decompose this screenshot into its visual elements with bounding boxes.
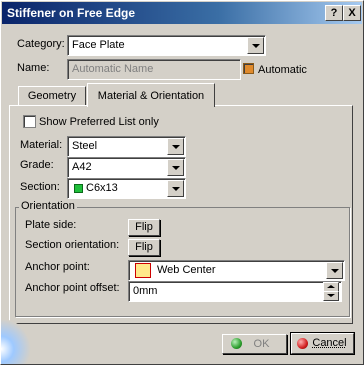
anchor-point-icon [135, 263, 151, 278]
tab-material-orientation[interactable]: Material & Orientation [87, 83, 215, 107]
show-preferred-checkbox[interactable] [23, 115, 36, 128]
section-label: Section: [20, 181, 60, 193]
name-field: Automatic Name [67, 59, 241, 80]
close-button[interactable]: X [343, 5, 361, 21]
anchor-offset-value: 0mm [133, 285, 158, 297]
name-placeholder: Automatic Name [72, 63, 154, 75]
ok-button[interactable]: OK [222, 334, 287, 354]
section-orientation-label: Section orientation: [25, 239, 120, 251]
material-combo[interactable]: Steel [67, 136, 186, 157]
title-bar: Stiffener on Free Edge ? X [2, 2, 362, 24]
show-preferred-label: Show Preferred List only [39, 116, 159, 128]
grade-label: Grade: [20, 159, 54, 171]
cancel-button[interactable]: Cancel [290, 332, 355, 355]
anchor-offset-field[interactable]: 0mm [128, 281, 342, 302]
orientation-title: Orientation [19, 200, 77, 212]
tab-geometry[interactable]: Geometry [18, 86, 86, 105]
automatic-checkbox[interactable] [243, 63, 254, 74]
category-combo[interactable]: Face Plate [67, 35, 266, 56]
automatic-label: Automatic [258, 64, 307, 76]
chevron-down-icon[interactable] [167, 180, 184, 197]
anchor-point-value: Web Center [157, 264, 216, 276]
section-swatch-icon [74, 184, 83, 193]
section-orientation-flip-button[interactable]: Flip [128, 239, 160, 256]
anchor-point-label: Anchor point: [25, 261, 90, 273]
chevron-down-icon[interactable] [167, 159, 184, 176]
material-value: Steel [72, 140, 98, 152]
ok-icon [231, 338, 242, 349]
decorative-glow [1, 319, 31, 364]
material-label: Material: [20, 139, 63, 151]
chevron-down-icon[interactable] [167, 138, 184, 155]
cancel-icon [297, 338, 308, 349]
window-title: Stiffener on Free Edge [7, 6, 136, 20]
plate-side-label: Plate side: [25, 219, 77, 231]
chevron-down-icon[interactable] [247, 37, 264, 54]
category-value: Face Plate [72, 39, 125, 51]
spinner-down-icon[interactable] [323, 291, 339, 301]
anchor-offset-label: Anchor point offset: [25, 282, 120, 294]
name-label: Name: [17, 62, 50, 74]
chevron-down-icon[interactable] [326, 262, 343, 279]
dialog-window: Stiffener on Free Edge ? X Category: Fac… [0, 0, 364, 365]
section-value: C6x13 [86, 182, 118, 194]
category-label: Category: [17, 38, 65, 50]
plate-side-flip-button[interactable]: Flip [128, 219, 160, 236]
grade-combo[interactable]: A42 [67, 157, 186, 178]
help-button[interactable]: ? [325, 5, 343, 21]
anchor-point-combo[interactable]: Web Center [128, 260, 345, 281]
grade-value: A42 [72, 161, 92, 173]
section-combo[interactable]: C6x13 [67, 178, 186, 199]
